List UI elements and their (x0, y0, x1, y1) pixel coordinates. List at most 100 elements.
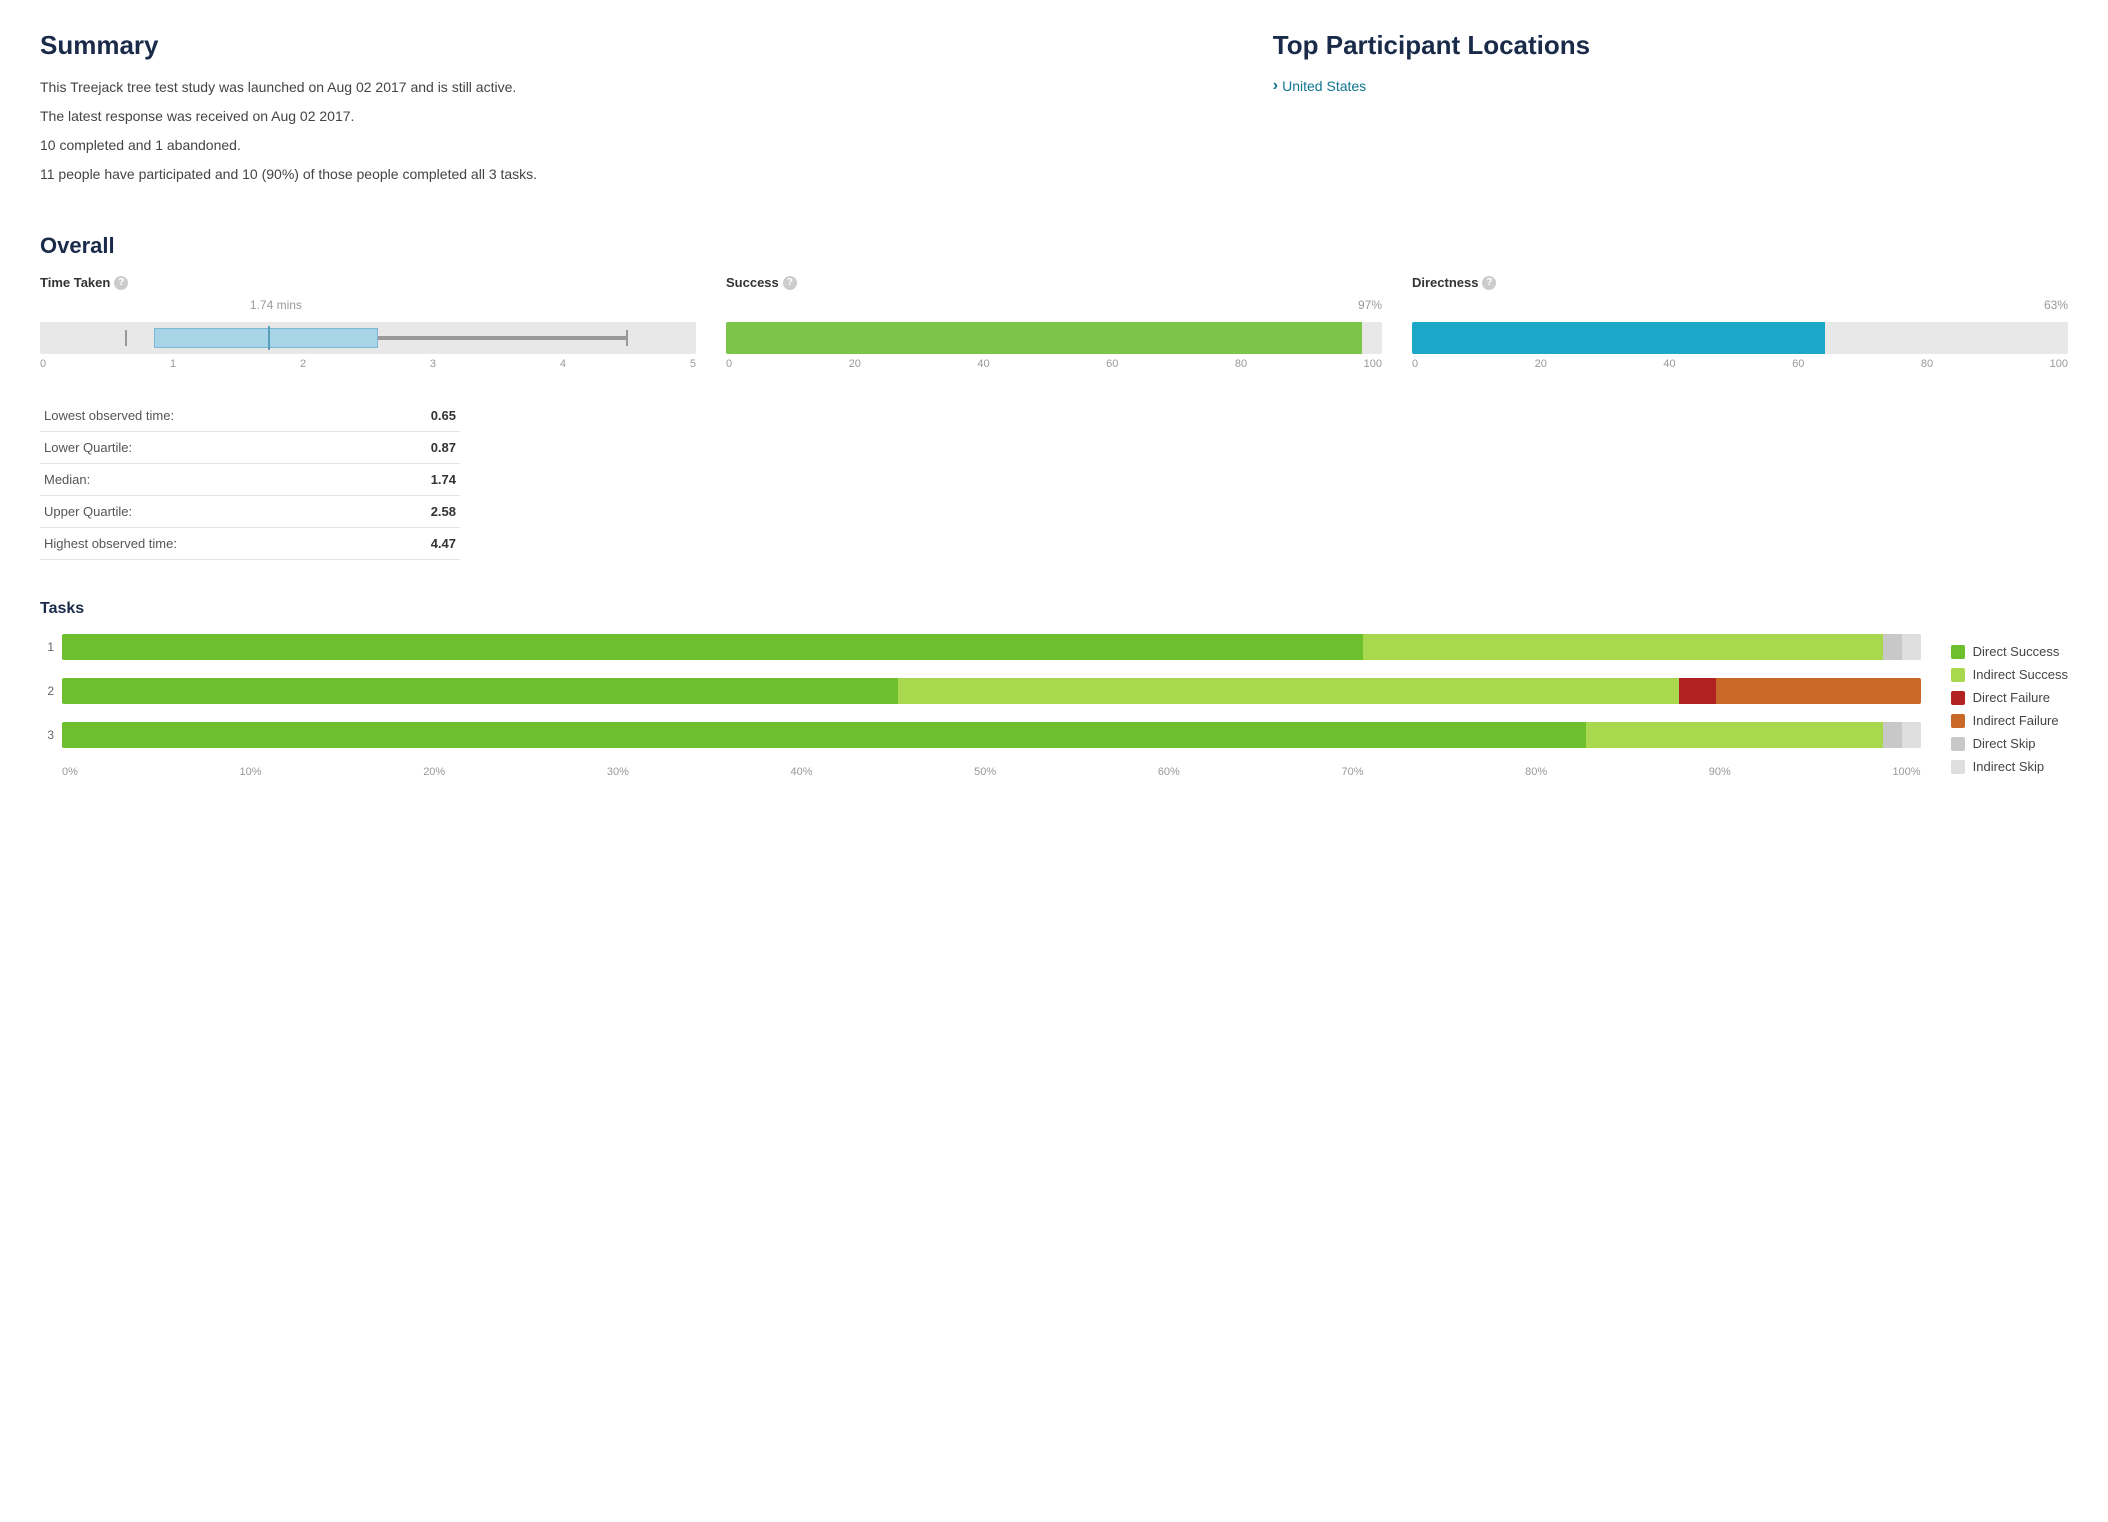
legend-item: Direct Success (1951, 644, 2068, 659)
legend-label: Direct Success (1973, 644, 2060, 659)
tasks-axis-label: 100% (1892, 766, 1920, 778)
success-bar-track (726, 322, 1382, 354)
directness-bar-container: 63% 020406080100 (1412, 298, 2068, 370)
location-item[interactable]: United States (1273, 77, 2068, 95)
stats-row: Lowest observed time:0.65 (40, 400, 460, 432)
tasks-axis-label: 20% (423, 766, 445, 778)
task-row: 3 (40, 722, 1921, 748)
task-bar-segment (1586, 722, 1883, 748)
directness-chart: Directness ? 63% 020406080100 (1412, 275, 2068, 370)
locations-section: Top Participant Locations United States (1273, 30, 2068, 193)
legend-swatch (1951, 760, 1965, 774)
summary-line: The latest response was received on Aug … (40, 106, 1233, 127)
tasks-axis-label: 30% (607, 766, 629, 778)
time-taken-help-icon[interactable]: ? (114, 276, 128, 290)
task-bar-segment (1883, 634, 1902, 660)
summary-title: Summary (40, 30, 1233, 61)
task-bar-segment (1883, 722, 1902, 748)
tasks-axis-label: 40% (791, 766, 813, 778)
stats-label: Lower Quartile: (40, 432, 380, 464)
directness-help-icon[interactable]: ? (1482, 276, 1496, 290)
summary-line: This Treejack tree test study was launch… (40, 77, 1233, 98)
stats-value: 4.47 (380, 528, 460, 560)
tasks-axis: 0% 10% 20% 30% 40% 50% 60% 70% 80% 90% 100% (40, 766, 1921, 778)
stats-label: Lowest observed time: (40, 400, 380, 432)
legend-label: Indirect Failure (1973, 713, 2059, 728)
tasks-axis-label: 50% (974, 766, 996, 778)
task-bar-segment (1902, 634, 1921, 660)
legend-item: Indirect Success (1951, 667, 2068, 682)
time-taken-chart: Time Taken ? 1.74 mins (40, 275, 696, 370)
task-bar-segment (1363, 634, 1883, 660)
task-bar-segment (62, 678, 898, 704)
task-row: 1 (40, 634, 1921, 660)
overall-section: Overall Time Taken ? 1.74 mins (40, 233, 2068, 560)
tasks-title: Tasks (40, 600, 2068, 618)
directness-axis: 020406080100 (1412, 358, 2068, 370)
task-bar-segment (898, 678, 1679, 704)
box-plot-value-label: 1.74 mins (250, 298, 302, 312)
legend-item: Indirect Skip (1951, 759, 2068, 774)
task-bar-segment (62, 634, 1363, 660)
success-bar-container: 97% 020406080100 (726, 298, 1382, 370)
legend-item: Indirect Failure (1951, 713, 2068, 728)
summary-line: 11 people have participated and 10 (90%)… (40, 164, 1233, 185)
tasks-axis-label: 10% (240, 766, 262, 778)
legend-label: Indirect Success (1973, 667, 2068, 682)
tasks-section: Tasks 123 0%10%20%30%40%50%60%70%80%90%1… (40, 600, 2068, 778)
box-plot: 1.74 mins 012345 (40, 298, 696, 370)
tasks-axis-label: 0% (62, 766, 78, 778)
stats-label: Highest observed time: (40, 528, 380, 560)
task-bar-track (62, 678, 1921, 704)
time-axis: 012345 (40, 358, 696, 370)
success-bar-fill (726, 322, 1362, 354)
stats-table-container: Lowest observed time:0.65Lower Quartile:… (40, 400, 2068, 560)
stats-value: 0.87 (380, 432, 460, 464)
task-row: 2 (40, 678, 1921, 704)
stats-table: Lowest observed time:0.65Lower Quartile:… (40, 400, 460, 560)
success-help-icon[interactable]: ? (783, 276, 797, 290)
stats-label: Median: (40, 464, 380, 496)
summary-section: Summary This Treejack tree test study wa… (40, 30, 1233, 193)
legend-item: Direct Skip (1951, 736, 2068, 751)
legend-swatch (1951, 668, 1965, 682)
locations-title: Top Participant Locations (1273, 30, 2068, 61)
stats-row: Median:1.74 (40, 464, 460, 496)
tasks-chart-wrapper: 1 2 3 0% 10% 20% 30% 40% 50% 60% 70% 80% 90% 100% Di… (40, 634, 2068, 778)
overall-title: Overall (40, 233, 2068, 259)
summary-line: 10 completed and 1 abandoned. (40, 135, 1233, 156)
legend-swatch (1951, 737, 1965, 751)
task-number: 1 (40, 640, 54, 654)
success-chart: Success ? 97% 020406080100 (726, 275, 1382, 370)
stats-row: Lower Quartile:0.87 (40, 432, 460, 464)
task-bar-segment (62, 722, 1586, 748)
tasks-axis-label: 80% (1525, 766, 1547, 778)
success-label: Success ? (726, 275, 1382, 290)
stats-value: 2.58 (380, 496, 460, 528)
legend-label: Direct Skip (1973, 736, 2036, 751)
directness-bar-track (1412, 322, 2068, 354)
task-number: 3 (40, 728, 54, 742)
stats-label: Upper Quartile: (40, 496, 380, 528)
tasks-axis-label: 70% (1341, 766, 1363, 778)
tasks-axis-label: 90% (1709, 766, 1731, 778)
stats-row: Highest observed time:4.47 (40, 528, 460, 560)
legend-label: Direct Failure (1973, 690, 2050, 705)
legend-item: Direct Failure (1951, 690, 2068, 705)
task-bar-segment (1716, 678, 1920, 704)
charts-row: Time Taken ? 1.74 mins (40, 275, 2068, 370)
task-bar-track (62, 722, 1921, 748)
success-value-label: 97% (1358, 298, 1382, 312)
box-plot-track (40, 322, 696, 354)
stats-value: 1.74 (380, 464, 460, 496)
tasks-axis-label: 60% (1158, 766, 1180, 778)
legend-swatch (1951, 714, 1965, 728)
task-bar-segment (1679, 678, 1716, 704)
task-bar-segment (1902, 722, 1921, 748)
time-taken-label: Time Taken ? (40, 275, 696, 290)
directness-label: Directness ? (1412, 275, 2068, 290)
tasks-chart: 1 2 3 0% 10% 20% 30% 40% 50% 60% 70% 80% 90% 100% (40, 634, 1921, 778)
legend-label: Indirect Skip (1973, 759, 2045, 774)
directness-value-label: 63% (2044, 298, 2068, 312)
stats-row: Upper Quartile:2.58 (40, 496, 460, 528)
